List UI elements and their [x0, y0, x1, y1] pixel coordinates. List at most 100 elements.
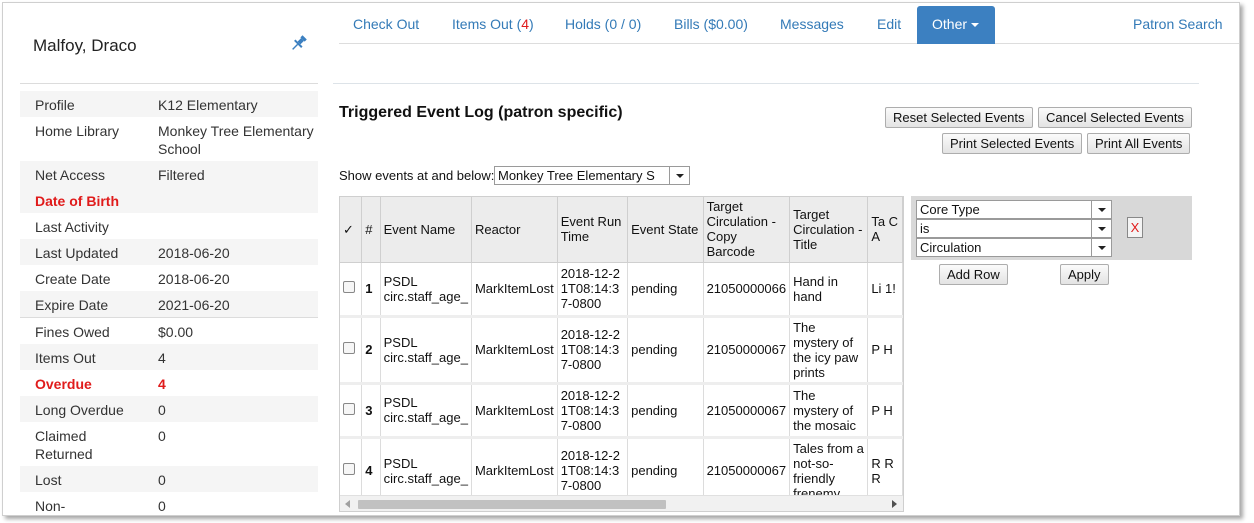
summary-label: Date of Birth [35, 193, 119, 209]
state-cell: pending [627, 437, 704, 506]
dropdown-arrow-icon [1091, 239, 1111, 256]
summary-value: 2021-06-20 [158, 297, 230, 313]
summary-row-last-updated: Last Updated 2018-06-20 [20, 239, 318, 265]
pin-icon[interactable] [289, 33, 309, 53]
column-header-index[interactable]: # [361, 197, 381, 263]
run-time-cell: 2018-12-21T08:14:37-0800 [557, 437, 629, 506]
content-divider [333, 83, 1199, 84]
summary-label: Expire Date [35, 297, 109, 313]
scrollbar-thumb[interactable] [358, 500, 666, 509]
reactor-cell: MarkItemLost [471, 437, 558, 506]
table-row[interactable]: 3 PSDL circ.staff_age_ MarkItemLost 2018… [340, 383, 903, 439]
summary-label: Lost [35, 472, 62, 488]
event-name-cell: PSDL circ.staff_age_ [380, 437, 472, 506]
add-row-button[interactable]: Add Row [939, 264, 1008, 285]
select-all-column-header[interactable]: ✓ [340, 197, 363, 263]
summary-value: 4 [158, 350, 166, 366]
patron-search-link[interactable]: Patron Search [1133, 16, 1223, 32]
filter-operator-select[interactable]: is [916, 219, 1112, 238]
title-cell: Tales from a not-so-friendly frenemy [789, 437, 869, 506]
row-checkbox[interactable] [343, 463, 355, 475]
summary-value [158, 218, 318, 236]
summary-row-claimed-returned: Claimed Returned 0 [20, 422, 318, 466]
patron-name: Malfoy, Draco [33, 36, 137, 55]
summary-label: Last Updated [35, 245, 119, 261]
row-checkbox[interactable] [343, 402, 355, 415]
table-header-row: ✓ # Event Name Reactor Event Run Time Ev… [340, 197, 903, 263]
filter-field-value: Core Type [920, 202, 980, 217]
print-selected-events-button[interactable]: Print Selected Events [942, 133, 1083, 154]
dropdown-arrow-icon [1091, 201, 1111, 218]
column-header-reactor[interactable]: Reactor [471, 197, 558, 263]
truncated-cell: R R R [867, 437, 903, 506]
scroll-right-icon[interactable] [892, 500, 897, 508]
event-name-cell: PSDL circ.staff_age_ [380, 262, 472, 318]
summary-divider [20, 83, 318, 84]
reactor-cell: MarkItemLost [471, 383, 558, 439]
tab-items-out-label: Items Out ( [452, 16, 522, 32]
row-number: 2 [361, 316, 381, 385]
run-time-cell: 2018-12-21T08:14:37-0800 [557, 383, 629, 439]
row-checkbox[interactable] [343, 281, 355, 293]
title-cell: Hand in hand [789, 262, 869, 318]
summary-label: Fines Owed [35, 324, 110, 340]
summary-row-expire-date: Expire Date 2021-06-20 [20, 291, 318, 317]
org-unit-selector[interactable]: Monkey Tree Elementary S [494, 166, 690, 185]
dropdown-arrow-icon [1091, 220, 1111, 237]
cancel-selected-events-button[interactable]: Cancel Selected Events [1038, 107, 1193, 128]
tab-check-out[interactable]: Check Out [353, 16, 419, 32]
summary-value: 0 [158, 402, 166, 418]
event-name-cell: PSDL circ.staff_age_ [380, 316, 472, 385]
barcode-cell: 21050000067 [703, 316, 791, 385]
barcode-cell: 21050000067 [703, 383, 791, 439]
summary-row-net-access: Net Access Filtered [20, 161, 318, 187]
summary-row-home-library: Home Library Monkey Tree Elementary Scho… [20, 117, 318, 161]
org-unit-value: Monkey Tree Elementary S [498, 168, 655, 183]
window-frame: Malfoy, Draco Profile K12 Elementary Hom… [2, 2, 1240, 516]
dropdown-arrow-icon [669, 167, 689, 184]
caret-down-icon [971, 23, 980, 28]
summary-row-fines-owed: Fines Owed $0.00 [20, 317, 318, 344]
row-number: 4 [361, 437, 381, 506]
tab-edit[interactable]: Edit [877, 16, 901, 32]
tab-holds[interactable]: Holds (0 / 0) [565, 16, 641, 32]
table-row[interactable]: 1 PSDL circ.staff_age_ MarkItemLost 2018… [340, 262, 903, 318]
summary-row-overdue: Overdue 4 [20, 370, 318, 396]
filter-field-select[interactable]: Core Type [916, 200, 1112, 219]
tab-other-dropdown[interactable]: Other [917, 6, 995, 44]
scroll-left-icon[interactable] [345, 500, 350, 508]
summary-value: 4 [158, 376, 166, 392]
run-time-cell: 2018-12-21T08:14:37-0800 [557, 262, 629, 318]
column-header-run-time[interactable]: Event Run Time [557, 197, 629, 263]
tab-items-out[interactable]: Items Out (4) [452, 16, 534, 32]
reactor-cell: MarkItemLost [471, 262, 558, 318]
column-header-truncated[interactable]: Ta C A [867, 197, 903, 263]
tab-bills[interactable]: Bills ($0.00) [674, 16, 748, 32]
tab-messages[interactable]: Messages [780, 16, 844, 32]
print-all-events-button[interactable]: Print All Events [1087, 133, 1191, 154]
remove-filter-row-button[interactable]: X [1127, 217, 1143, 238]
page-title: Triggered Event Log (patron specific) [339, 104, 623, 121]
table-row[interactable]: 2 PSDL circ.staff_age_ MarkItemLost 2018… [340, 316, 903, 385]
apply-filter-button[interactable]: Apply [1060, 264, 1109, 285]
column-header-title[interactable]: Target Circulation - Title [789, 197, 869, 263]
summary-row-non-cataloged: Non- 0 [20, 492, 318, 515]
event-grid: ✓ # Event Name Reactor Event Run Time Ev… [339, 196, 904, 512]
filter-value-select[interactable]: Circulation [916, 238, 1112, 257]
reset-selected-events-button[interactable]: Reset Selected Events [885, 107, 1033, 128]
summary-value: Monkey Tree Elementary School [158, 123, 314, 157]
patron-nav-tabs: Check Out Items Out (4) Holds (0 / 0) Bi… [339, 6, 1239, 44]
summary-label: Last Activity [35, 219, 109, 235]
horizontal-scrollbar[interactable] [340, 495, 903, 511]
truncated-cell: P H [867, 316, 903, 385]
summary-value: K12 Elementary [158, 97, 258, 113]
row-number: 3 [361, 383, 381, 439]
column-header-event-state[interactable]: Event State [627, 197, 704, 263]
column-header-copy-barcode[interactable]: Target Circulation - Copy Barcode [703, 197, 791, 263]
table-row[interactable]: 4 PSDL circ.staff_age_ MarkItemLost 2018… [340, 437, 903, 506]
summary-value: 0 [158, 472, 166, 488]
row-checkbox[interactable] [343, 342, 355, 354]
state-cell: pending [627, 383, 704, 439]
column-header-event-name[interactable]: Event Name [380, 197, 472, 263]
summary-value: Filtered [158, 167, 205, 183]
